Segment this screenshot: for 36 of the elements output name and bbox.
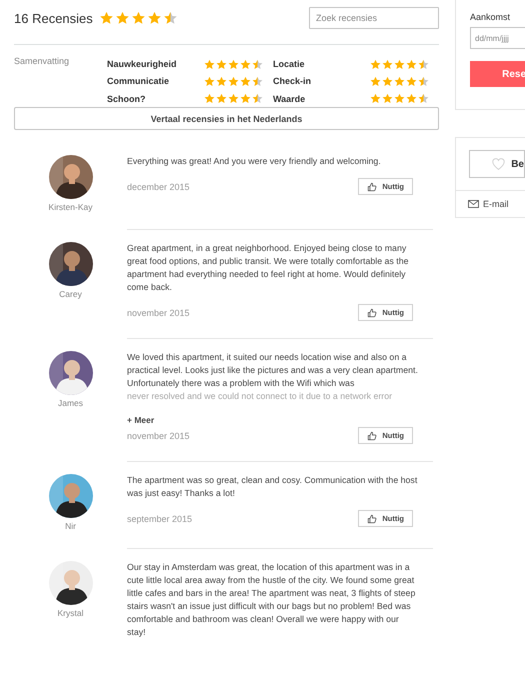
review-date: november 2015 <box>127 430 190 440</box>
reviewer-name[interactable]: James <box>58 398 84 408</box>
rating-label: Nauwkeurigheid <box>107 58 177 70</box>
summary-label: Samenvatting <box>14 56 70 68</box>
thumbs-up-icon <box>367 430 378 440</box>
email-button[interactable]: E-mail <box>468 199 509 209</box>
reviewer-name[interactable]: Krystal <box>58 608 84 618</box>
translate-button[interactable]: Vertaal recensies in het Nederlands <box>14 107 439 130</box>
review-date: december 2015 <box>127 182 190 192</box>
thumbs-up-icon <box>367 182 378 192</box>
search-field[interactable]: Zoek recensies <box>309 7 439 29</box>
thumbs-up-icon <box>367 308 378 318</box>
review-date: november 2015 <box>127 308 190 318</box>
reviews-title: 16 Recensies <box>14 10 93 26</box>
arrival-label: Aankomst <box>470 12 512 22</box>
wishlist-button[interactable]: Be <box>469 150 525 178</box>
review-date: september 2015 <box>127 514 192 524</box>
reviewer-name[interactable]: Kirsten-Kay <box>48 202 92 212</box>
more-link[interactable]: + Meer <box>127 415 419 425</box>
arrival-date-field[interactable]: dd/mm/jjjj <box>470 27 525 49</box>
thumbs-up-icon <box>367 514 378 524</box>
heart-icon <box>492 158 506 170</box>
review-text: Our stay in Amsterdam was great, the location of this apartment was in a cute little local area away from the hustle of the city. We found some great little cafes and bars in the area! The apartment was neat, 3 flights of steep stairs wasn't an issue just difficult with our bags but no problem! Bed was comfortable and bathroom was clean! Overall we were happy with our stay! <box>127 561 416 639</box>
rating-label: Locatie <box>273 58 305 70</box>
review-text: Everything was great! And you were very friendly and welcoming. <box>127 155 382 168</box>
review-text-faded: never resolved and we could not connect to it due to a network error <box>127 390 394 403</box>
review-text: Great apartment, in a great neighborhood. Enjoyed being close to many great food options, and public transit. We were totally comfortable as the apartment had everything needed to feel right at home. Would definitely come back. <box>127 242 410 294</box>
rating-label: Check-in <box>273 75 312 88</box>
envelope-icon <box>468 200 479 208</box>
review-text: The apartment was so great, clean and cosy. Communication with the host was just easy! Thanks a lot! <box>127 474 418 500</box>
reviewer-name[interactable]: Nir <box>65 521 76 531</box>
rating-label: Communicatie <box>107 75 170 88</box>
review-text: We loved this apartment, it suited our needs location wise and also on a practical level. Looks just like the pictures and was a very clean apartment. Unfortunately there was a problem with the Wifi which was <box>127 351 419 390</box>
rating-label: Waarde <box>273 92 306 105</box>
reviewer-name[interactable]: Carey <box>59 289 82 299</box>
rating-label: Schoon? <box>107 92 146 105</box>
